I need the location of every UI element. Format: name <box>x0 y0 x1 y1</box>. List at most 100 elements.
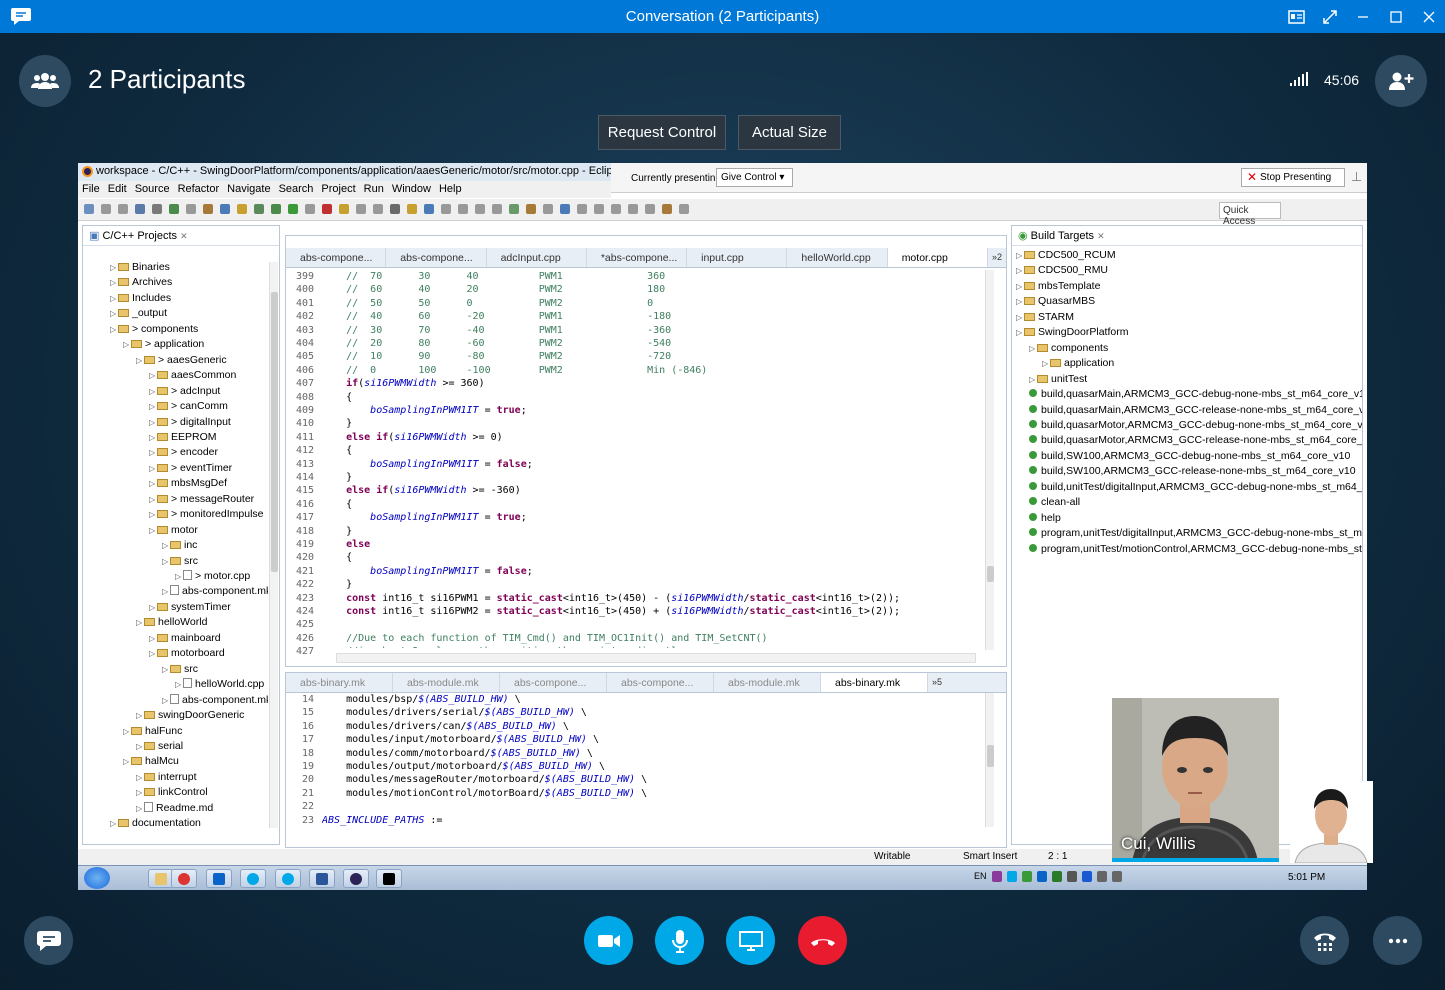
expand-arrow-icon[interactable]: ▷ <box>149 415 157 430</box>
tree-item[interactable]: ▷ > eventTimer <box>149 461 232 476</box>
minimize-icon[interactable] <box>1346 0 1379 33</box>
menu-item-help[interactable]: Help <box>439 181 462 198</box>
tree-item[interactable]: ▷ > components <box>110 322 198 337</box>
toolbar-button-icon[interactable] <box>560 204 570 214</box>
toolbar-button-icon[interactable] <box>594 204 604 214</box>
code-line[interactable]: } <box>322 417 352 430</box>
code-line[interactable]: // 50 50 0 PWM2 0 <box>322 297 653 310</box>
expand-arrow-icon[interactable]: ▷ <box>136 785 144 800</box>
menu-item-project[interactable]: Project <box>321 181 355 198</box>
expand-arrow-icon[interactable]: ▷ <box>110 816 118 828</box>
toolbar-button-icon[interactable] <box>475 204 485 214</box>
code-line[interactable]: // 60 40 20 PWM2 180 <box>322 283 665 296</box>
code-line[interactable]: //Due to each function of TIM_Cmd() and … <box>322 632 767 645</box>
toolbar-button-icon[interactable] <box>611 204 621 214</box>
tray-app-icon[interactable] <box>1051 871 1062 882</box>
toolbar-button-icon[interactable] <box>288 204 298 214</box>
code-line[interactable]: { <box>322 444 352 457</box>
expand-arrow-icon[interactable]: ▷ <box>136 739 144 754</box>
maximize-icon[interactable] <box>1379 0 1412 33</box>
expand-arrow-icon[interactable]: ▷ <box>149 523 157 538</box>
code-line[interactable]: // 0 100 -100 PWM2 Min (-846) <box>322 364 707 377</box>
tree-item[interactable]: ▷ STARM <box>1016 310 1074 325</box>
makefile-tab[interactable]: abs-compone... <box>607 673 714 692</box>
give-control-dropdown[interactable]: Give Control ▾ <box>716 168 793 187</box>
expand-arrow-icon[interactable]: ▷ <box>110 275 118 290</box>
code-line[interactable]: else <box>322 538 370 551</box>
tree-item[interactable]: ▷ linkControl <box>136 785 208 800</box>
tray-app-icon[interactable] <box>991 871 1002 882</box>
microphone-button[interactable] <box>655 916 704 965</box>
code-line[interactable]: else if(si16PWMWidth >= 0) <box>322 431 503 444</box>
menu-item-file[interactable]: File <box>82 181 100 198</box>
code-line[interactable]: { <box>322 498 352 511</box>
dialpad-button[interactable] <box>1300 916 1349 965</box>
volume-icon[interactable] <box>1111 871 1122 882</box>
code-line[interactable]: } <box>322 578 352 591</box>
expand-arrow-icon[interactable]: ▷ <box>149 631 157 646</box>
expand-arrow-icon[interactable]: ▷ <box>175 569 183 584</box>
code-line[interactable]: if(si16PWMWidth >= 360) <box>322 377 485 390</box>
tree-item[interactable]: ▷ helloWorld <box>136 615 207 630</box>
close-tab-icon[interactable]: ✕ <box>180 231 188 241</box>
tree-item[interactable]: ▷ unitTest <box>1029 372 1087 387</box>
editor-tab[interactable]: motor.cpp <box>887 248 988 267</box>
expand-arrow-icon[interactable]: ▷ <box>110 291 118 306</box>
makefile-tab[interactable]: abs-module.mk <box>714 673 821 692</box>
skype-business-icon[interactable] <box>275 869 301 888</box>
tree-item[interactable]: ▷ swingDoorGeneric <box>136 708 244 723</box>
tree-item[interactable]: ▷ CDC500_RMU <box>1016 263 1108 278</box>
menu-item-refactor[interactable]: Refactor <box>178 181 220 198</box>
windows-start-icon[interactable] <box>84 867 110 889</box>
expand-arrow-icon[interactable]: ▷ <box>110 306 118 321</box>
tree-item[interactable]: ▷ halFunc <box>123 724 182 739</box>
tree-item[interactable]: build,SW100,ARMCM3_GCC-release-none-mbs_… <box>1029 464 1356 479</box>
tree-item[interactable]: ▷ helloWorld.cpp <box>175 677 264 692</box>
tree-item[interactable]: ▷ > aaesGeneric <box>136 353 227 368</box>
tree-item[interactable]: ▷ > encoder <box>149 445 218 460</box>
network-icon[interactable] <box>1096 871 1107 882</box>
tree-item[interactable]: ▷ Includes <box>110 291 171 306</box>
tree-item[interactable]: ▷ interrupt <box>136 770 197 785</box>
tree-item[interactable]: ▷ motorboard <box>149 646 225 661</box>
tree-item[interactable]: ▷ > messageRouter <box>149 492 254 507</box>
menu-item-source[interactable]: Source <box>135 181 170 198</box>
tree-item[interactable]: help <box>1029 511 1061 526</box>
tree-item[interactable]: build,unitTest/digitalInput,ARMCM3_GCC-d… <box>1029 480 1362 495</box>
menu-item-window[interactable]: Window <box>392 181 431 198</box>
chat-button[interactable] <box>24 916 73 965</box>
expand-arrow-icon[interactable]: ▷ <box>123 337 131 352</box>
chrome-icon[interactable] <box>171 869 197 888</box>
tray-app-icon[interactable] <box>1021 871 1032 882</box>
makefile-tab[interactable]: abs-binary.mk <box>821 673 928 692</box>
code-line[interactable]: // 10 90 -80 PWM2 -720 <box>322 350 671 363</box>
toolbar-button-icon[interactable] <box>492 204 502 214</box>
expand-arrow-icon[interactable]: ▷ <box>162 538 170 553</box>
expand-arrow-icon[interactable]: ▷ <box>149 399 157 414</box>
expand-arrow-icon[interactable]: ▷ <box>149 430 157 445</box>
menu-item-navigate[interactable]: Navigate <box>227 181 270 198</box>
toolbar-button-icon[interactable] <box>458 204 468 214</box>
code-line[interactable]: boSamplingInPWM1IT = true; <box>322 511 527 524</box>
editor-tab[interactable]: input.cpp <box>687 248 788 267</box>
expand-arrow-icon[interactable]: ▷ <box>149 445 157 460</box>
editor-tab[interactable]: adcInput.cpp <box>487 248 587 267</box>
tree-item[interactable]: ▷ > monitoredImpulse <box>149 507 264 522</box>
expand-arrow-icon[interactable]: ▷ <box>136 353 144 368</box>
screen-share-button[interactable] <box>726 916 775 965</box>
code-line[interactable]: else if(si16PWMWidth >= -360) <box>322 484 521 497</box>
tray-app-icon[interactable] <box>1036 871 1047 882</box>
code-line[interactable]: boSamplingInPWM1IT = false; <box>322 565 533 578</box>
code-line[interactable]: modules/messageRouter/motorboard/$(ABS_B… <box>322 773 647 786</box>
remote-video[interactable]: Cui, Willis <box>1112 698 1279 862</box>
projects-scrollbar[interactable] <box>269 262 278 828</box>
tree-item[interactable]: build,quasarMotor,ARMCM3_GCC-release-non… <box>1029 433 1362 448</box>
expand-arrow-icon[interactable]: ▷ <box>1029 372 1037 387</box>
tree-item[interactable]: ▷ > motor.cpp <box>175 569 250 584</box>
expand-arrow-icon[interactable]: ▷ <box>162 584 170 599</box>
code-line[interactable]: boSamplingInPWM1IT = false; <box>322 458 533 471</box>
tree-item[interactable]: ▷ serial <box>136 739 183 754</box>
outlook-icon[interactable] <box>206 869 232 888</box>
code-line[interactable]: const int16_t si16PWM2 = static_cast<int… <box>322 605 900 618</box>
toolbar-button-icon[interactable] <box>305 204 315 214</box>
